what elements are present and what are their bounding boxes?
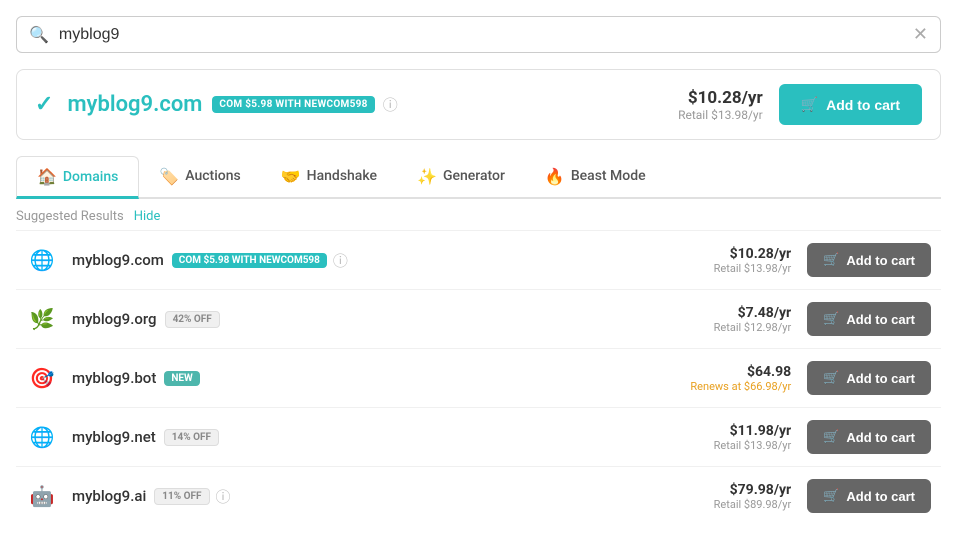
tabs: 🏠 Domains 🏷️ Auctions 🤝 Handshake ✨ Gene… [16,156,941,199]
featured-add-to-cart-button[interactable]: 🛒 Add to cart [779,84,922,125]
badge-3: 14% OFF [164,429,219,446]
result-price-2: $64.98 Renews at $66.98/yr [690,364,791,393]
featured-price-main: $10.28/yr [678,88,763,108]
tab-handshake[interactable]: 🤝 Handshake [261,156,397,199]
domain-icon-2: 🎯 [26,362,58,394]
badge-2: NEW [164,371,199,386]
result-price-main-3: $11.98/yr [691,423,791,439]
cart-icon-1: 🛒 [823,311,839,327]
result-price-3: $11.98/yr Retail $13.98/yr [691,423,791,452]
info-icon-4[interactable]: ⓘ [216,486,231,507]
domain-name-1: myblog9.org [72,310,157,328]
tab-generator-label: Generator [443,168,505,184]
cart-icon: 🛒 [801,96,818,113]
add-to-cart-label-0: Add to cart [846,253,915,268]
tab-auctions[interactable]: 🏷️ Auctions [139,156,260,199]
domain-name-2: myblog9.bot [72,369,156,387]
cart-icon-0: 🛒 [823,252,839,268]
results-list: 🌐 myblog9.com COM $5.98 WITH NEWCOM598 ⓘ… [16,231,941,525]
tab-domains[interactable]: 🏠 Domains [16,156,139,199]
add-to-cart-label-2: Add to cart [846,371,915,386]
result-price-main-2: $64.98 [690,364,791,380]
add-to-cart-button-0[interactable]: 🛒 Add to cart [807,243,931,277]
search-input[interactable] [59,26,913,44]
result-price-sub-1: Retail $12.98/yr [691,321,791,334]
hide-results-link[interactable]: Hide [134,209,161,224]
result-price-0: $10.28/yr Retail $13.98/yr [691,246,791,275]
auctions-tab-icon: 🏷️ [159,167,179,186]
tab-generator[interactable]: ✨ Generator [397,156,525,199]
suggested-results-header: Suggested Results Hide [16,199,941,231]
tab-beast-mode-label: Beast Mode [571,168,646,184]
badge-0: COM $5.98 WITH NEWCOM598 [172,253,327,268]
domain-name-4: myblog9.ai [72,487,146,505]
handshake-tab-icon: 🤝 [281,167,301,186]
featured-promo-badge: COM $5.98 WITH NEWCOM598 [212,96,374,113]
domain-name-0: myblog9.com [72,251,164,269]
featured-add-to-cart-label: Add to cart [826,97,900,113]
domain-icon-3: 🌐 [26,421,58,453]
featured-info-icon[interactable]: ⓘ [383,94,398,115]
search-bar: 🔍 ✕ [16,16,941,53]
featured-domain-name: myblog9.com [67,92,202,117]
result-row: 🌐 myblog9.com COM $5.98 WITH NEWCOM598 ⓘ… [16,231,941,290]
cart-icon-2: 🛒 [823,370,839,386]
result-price-main-0: $10.28/yr [691,246,791,262]
tab-domains-label: Domains [63,169,118,185]
featured-price: $10.28/yr Retail $13.98/yr [678,88,763,122]
result-price-sub-3: Retail $13.98/yr [691,439,791,452]
tab-auctions-label: Auctions [185,168,240,184]
result-price-main-1: $7.48/yr [691,305,791,321]
page-container: 🔍 ✕ ✓ myblog9.com COM $5.98 WITH NEWCOM5… [0,0,957,541]
domain-icon-4: 🤖 [26,480,58,512]
result-price-sub-4: Retail $89.98/yr [691,498,791,511]
tab-handshake-label: Handshake [307,168,377,184]
result-row: 🌿 myblog9.org 42% OFF $7.48/yr Retail $1… [16,290,941,349]
domains-tab-icon: 🏠 [37,167,57,186]
badge-4: 11% OFF [154,488,209,505]
generator-tab-icon: ✨ [417,167,437,186]
beast-mode-tab-icon: 🔥 [545,167,565,186]
result-price-main-4: $79.98/yr [691,482,791,498]
clear-search-button[interactable]: ✕ [913,26,928,44]
result-price-4: $79.98/yr Retail $89.98/yr [691,482,791,511]
add-to-cart-label-4: Add to cart [846,489,915,504]
result-row: 🎯 myblog9.bot NEW $64.98 Renews at $66.9… [16,349,941,408]
domain-icon-1: 🌿 [26,303,58,335]
add-to-cart-label-1: Add to cart [846,312,915,327]
domain-icon-0: 🌐 [26,244,58,276]
suggested-results-label: Suggested Results [16,209,124,224]
domain-name-3: myblog9.net [72,428,156,446]
search-icon: 🔍 [29,25,49,44]
result-row: 🤖 myblog9.ai 11% OFF ⓘ $79.98/yr Retail … [16,467,941,525]
badge-1: 42% OFF [165,311,220,328]
add-to-cart-button-2[interactable]: 🛒 Add to cart [807,361,931,395]
add-to-cart-button-3[interactable]: 🛒 Add to cart [807,420,931,454]
add-to-cart-button-4[interactable]: 🛒 Add to cart [807,479,931,513]
result-price-1: $7.48/yr Retail $12.98/yr [691,305,791,334]
tab-beast-mode[interactable]: 🔥 Beast Mode [525,156,666,199]
cart-icon-3: 🛒 [823,429,839,445]
add-to-cart-label-3: Add to cart [846,430,915,445]
result-price-sub-2: Renews at $66.98/yr [690,380,791,393]
check-icon: ✓ [35,92,53,117]
result-price-sub-0: Retail $13.98/yr [691,262,791,275]
cart-icon-4: 🛒 [823,488,839,504]
featured-result: ✓ myblog9.com COM $5.98 WITH NEWCOM598 ⓘ… [16,69,941,140]
info-icon-0[interactable]: ⓘ [333,250,348,271]
featured-price-retail: Retail $13.98/yr [678,108,763,122]
result-row: 🌐 myblog9.net 14% OFF $11.98/yr Retail $… [16,408,941,467]
add-to-cart-button-1[interactable]: 🛒 Add to cart [807,302,931,336]
